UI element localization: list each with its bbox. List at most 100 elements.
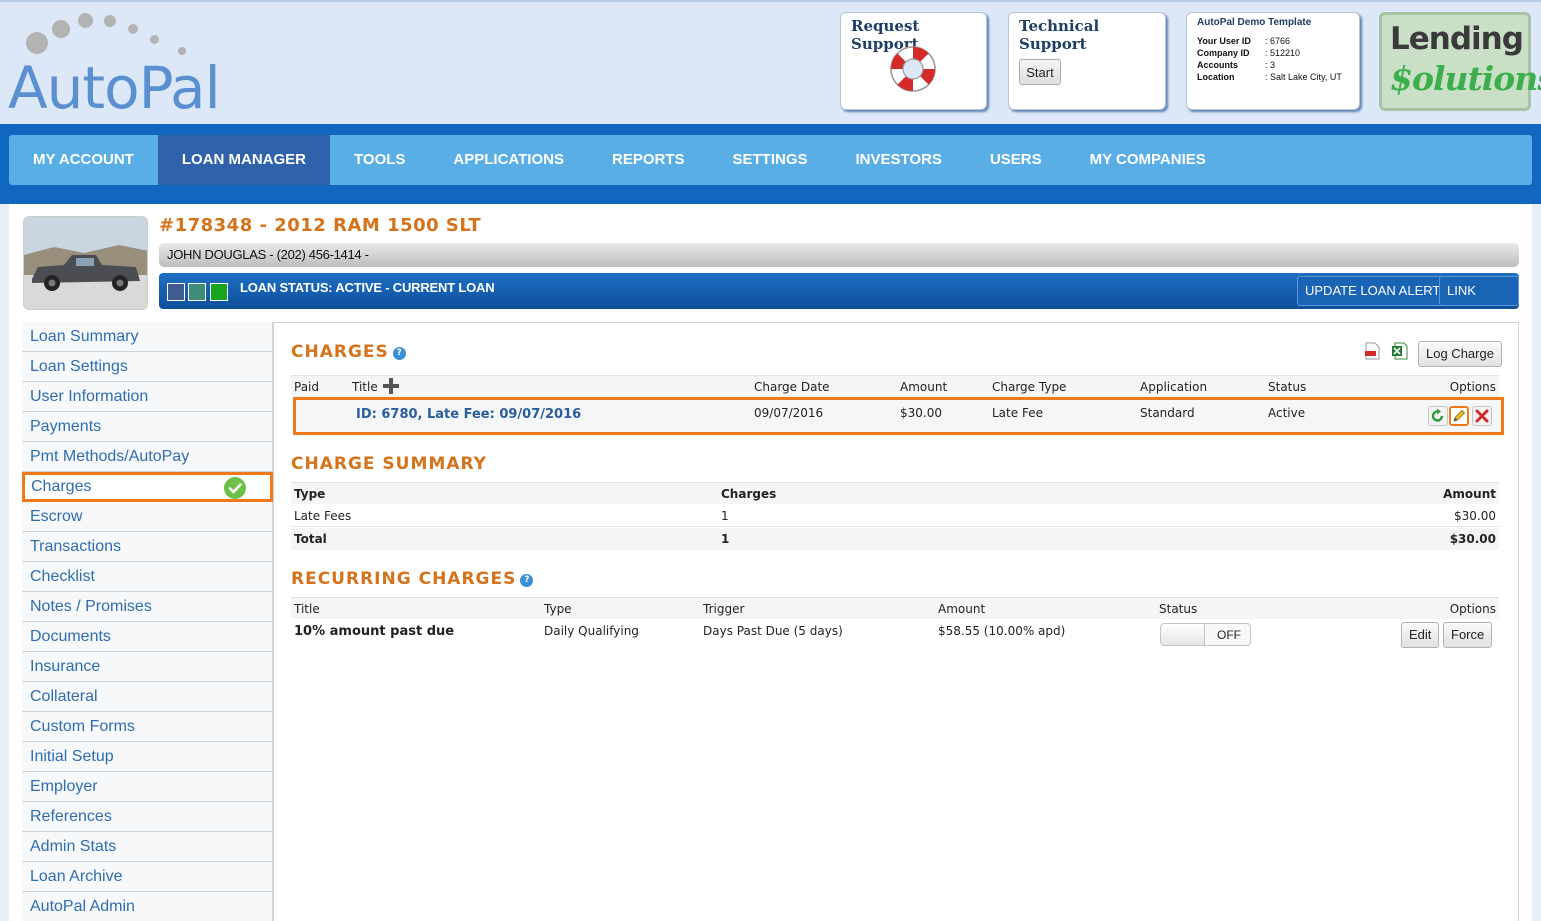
sidebar-item-loan-summary[interactable]: Loan Summary xyxy=(22,322,273,352)
status-indicator-3[interactable] xyxy=(210,283,228,301)
summary-table-header: Type Charges Amount xyxy=(291,482,1499,504)
technical-support-box: Technical Support Start xyxy=(1008,12,1166,110)
nav-loan-manager[interactable]: LOAN MANAGER xyxy=(157,135,331,185)
vehicle-thumbnail[interactable] xyxy=(23,216,148,310)
accounts-key: Accounts xyxy=(1197,60,1239,70)
log-charge-button[interactable]: Log Charge xyxy=(1418,341,1502,367)
sidebar-item-escrow[interactable]: Escrow xyxy=(22,502,273,532)
lending-solutions-logo[interactable]: Lending $olutions xyxy=(1379,12,1541,111)
col-options: Options xyxy=(1449,380,1496,394)
col-rec-status: Status xyxy=(1159,602,1198,616)
loan-status-bar: LOAN STATUS: ACTIVE - CURRENT LOAN UPDAT… xyxy=(159,273,1519,326)
total-charges: 1 xyxy=(721,532,730,546)
charge-application: Standard xyxy=(1140,406,1195,420)
lifering-icon xyxy=(890,46,936,92)
start-button[interactable]: Start xyxy=(1019,59,1061,85)
user-id-key: Your User ID xyxy=(1197,36,1251,46)
status-indicator-2[interactable] xyxy=(188,283,206,301)
charge-row[interactable]: ID: 6780, Late Fee: 09/07/2016 09/07/201… xyxy=(293,397,1504,435)
summary-charges: 1 xyxy=(721,509,729,523)
pdf-icon[interactable] xyxy=(1363,342,1381,360)
nav-tools[interactable]: TOOLS xyxy=(330,135,429,185)
demo-title: AutoPal Demo Template xyxy=(1197,17,1312,28)
technical-support-title: Technical Support xyxy=(1019,17,1100,53)
sidebar-item-employer[interactable]: Employer xyxy=(22,772,273,802)
demo-info: Your User ID : 6766 Company ID : 512210 Ac… xyxy=(1197,35,1355,83)
recurring-trigger: Days Past Due (5 days) xyxy=(703,624,843,638)
sidebar-item-payments[interactable]: Payments xyxy=(22,412,273,442)
nav-settings[interactable]: SETTINGS xyxy=(709,135,832,185)
charges-title-text: CHARGES xyxy=(291,342,389,362)
logo-text: AutoPal xyxy=(8,54,221,122)
add-icon[interactable] xyxy=(381,376,401,396)
sidebar-item-transactions[interactable]: Transactions xyxy=(22,532,273,562)
pencil-icon[interactable] xyxy=(1449,406,1469,426)
col-application: Application xyxy=(1140,380,1208,394)
col-charge-date: Charge Date xyxy=(754,380,830,394)
total-amount: $30.00 xyxy=(1449,532,1496,546)
status-indicator-1[interactable] xyxy=(167,283,185,301)
col-rec-options: Options xyxy=(1449,602,1496,616)
charge-amount: $30.00 xyxy=(900,406,942,420)
company-id-key: Company ID xyxy=(1197,48,1250,58)
sidebar-item-pmt-methods[interactable]: Pmt Methods/AutoPay xyxy=(22,442,273,472)
sidebar-item-initial-setup[interactable]: Initial Setup xyxy=(22,742,273,772)
charges-title: CHARGES? xyxy=(291,342,406,362)
charges-table-header: Paid Title Charge Date Amount Charge Typ… xyxy=(291,375,1499,397)
col-status: Status xyxy=(1268,380,1307,394)
nav-reports[interactable]: REPORTS xyxy=(588,135,709,185)
delete-icon[interactable] xyxy=(1472,406,1492,426)
recurring-status-toggle[interactable]: OFF xyxy=(1160,623,1251,646)
nav-my-companies[interactable]: MY COMPANIES xyxy=(1066,135,1230,185)
sidebar-item-loan-settings[interactable]: Loan Settings xyxy=(22,352,273,382)
sidebar-item-documents[interactable]: Documents xyxy=(22,622,273,652)
help-icon[interactable]: ? xyxy=(520,574,534,587)
accounts-value: : 3 xyxy=(1265,60,1276,70)
charge-status: Active xyxy=(1268,406,1306,420)
borrower-bar: JOHN DOUGLAS - (202) 456-1414 - xyxy=(159,243,1519,267)
total-label: Total xyxy=(294,532,327,546)
help-icon[interactable]: ? xyxy=(392,347,406,360)
recurring-title: 10% amount past due xyxy=(294,624,455,639)
update-loan-alert-button[interactable]: UPDATE LOAN ALERT xyxy=(1297,276,1449,306)
sidebar-item-collateral[interactable]: Collateral xyxy=(22,682,273,712)
nav-investors[interactable]: INVESTORS xyxy=(832,135,966,185)
company-id-value: : 512210 xyxy=(1265,48,1301,58)
user-id-value: : 6766 xyxy=(1265,36,1291,46)
nav-users[interactable]: USERS xyxy=(966,135,1066,185)
sidebar-item-user-information[interactable]: User Information xyxy=(22,382,273,412)
summary-type: Late Fees xyxy=(294,509,352,523)
link-loan-button[interactable]: LINK LOAN xyxy=(1439,276,1519,326)
refresh-icon[interactable] xyxy=(1428,406,1448,426)
location-value: : Salt Lake City, UT xyxy=(1265,72,1342,82)
col-type: Type xyxy=(294,487,326,501)
excel-icon[interactable] xyxy=(1391,342,1409,360)
header: AutoPal Request Support Technical Suppor… xyxy=(0,0,1541,124)
demo-account-box: AutoPal Demo Template Your User ID : 6766… xyxy=(1186,12,1360,110)
col-summary-amount: Amount xyxy=(1443,487,1496,501)
nav-my-account[interactable]: MY ACCOUNT xyxy=(9,135,158,185)
toggle-knob xyxy=(1161,624,1205,645)
recurring-row: 10% amount past due Daily Qualifying Day… xyxy=(291,620,1499,642)
sidebar-item-references[interactable]: References xyxy=(22,802,273,832)
summary-row-late-fees: Late Fees 1 $30.00 xyxy=(291,505,1499,527)
sidebar-item-label: Charges xyxy=(31,478,92,495)
sidebar-item-loan-archive[interactable]: Loan Archive xyxy=(22,862,273,892)
force-button[interactable]: Force xyxy=(1443,622,1493,648)
charge-title-link[interactable]: ID: 6780, Late Fee: 09/07/2016 xyxy=(356,407,581,422)
sidebar-item-insurance[interactable]: Insurance xyxy=(22,652,273,682)
nav-applications[interactable]: APPLICATIONS xyxy=(429,135,588,185)
truck-image xyxy=(24,217,147,309)
sidebar-item-custom-forms[interactable]: Custom Forms xyxy=(22,712,273,742)
location-key: Location xyxy=(1197,72,1235,82)
toggle-label: OFF xyxy=(1217,628,1241,642)
sidebar-item-charges[interactable]: Charges xyxy=(22,472,273,502)
sidebar-item-checklist[interactable]: Checklist xyxy=(22,562,273,592)
charge-summary-title: CHARGE SUMMARY xyxy=(291,454,487,474)
edit-button[interactable]: Edit xyxy=(1401,622,1440,648)
sidebar-item-autopal-admin[interactable]: AutoPal Admin xyxy=(22,892,273,921)
sidebar-item-admin-stats[interactable]: Admin Stats xyxy=(22,832,273,862)
sidebar-item-notes-promises[interactable]: Notes / Promises xyxy=(22,592,273,622)
request-support-box[interactable]: Request Support xyxy=(840,12,987,110)
autopal-logo[interactable]: AutoPal xyxy=(8,10,221,122)
